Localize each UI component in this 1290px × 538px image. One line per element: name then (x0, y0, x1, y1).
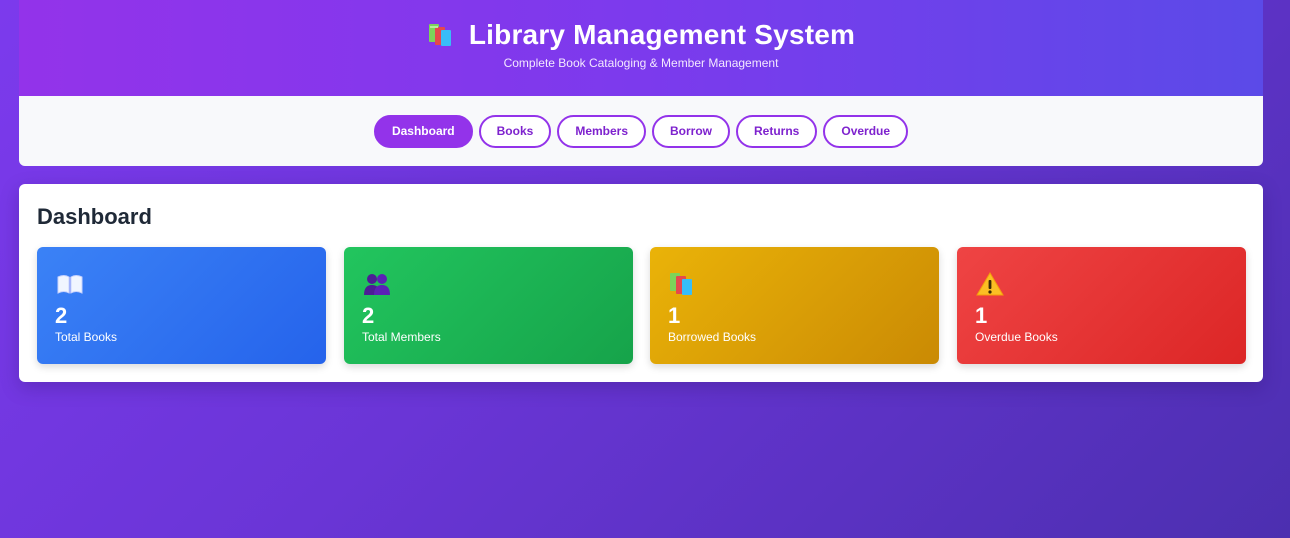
books-icon (427, 22, 457, 48)
borrowed-books-value: 1 (668, 303, 681, 328)
title-row: Library Management System (19, 18, 1263, 52)
total-members-value: 2 (362, 303, 375, 328)
nav-books-button[interactable]: Books (478, 114, 552, 148)
total-books-value: 2 (55, 303, 68, 328)
borrowed-books-card: 1 Borrowed Books (650, 247, 939, 364)
open-book-icon (55, 271, 85, 297)
total-members-label: Total Members (362, 330, 441, 344)
overdue-books-value: 1 (975, 303, 988, 328)
nav-borrow-button[interactable]: Borrow (652, 114, 731, 148)
warning-icon (975, 271, 1005, 297)
app-title: Library Management System (468, 19, 856, 50)
overdue-books-label: Overdue Books (975, 330, 1058, 344)
books-icon (668, 271, 698, 297)
total-books-card: 2 Total Books (37, 247, 326, 364)
borrowed-books-label: Borrowed Books (668, 330, 757, 344)
nav-overdue-button[interactable]: Overdue (823, 114, 909, 148)
nav-bar: Dashboard Books Members Borrow Returns O… (19, 96, 1263, 166)
nav-dashboard-button[interactable]: Dashboard (373, 114, 473, 148)
overdue-books-card: 1 Overdue Books (957, 247, 1246, 364)
nav-returns-button[interactable]: Returns (736, 114, 818, 148)
app-subtitle: Complete Book Cataloging & Member Manage… (503, 56, 779, 70)
dashboard-panel: Dashboard 2 Total Books 2 Total Members (19, 184, 1263, 382)
nav-members-button[interactable]: Members (557, 114, 647, 148)
page-title: Dashboard (37, 204, 152, 229)
app-header: Library Management System Complete Book … (19, 0, 1263, 96)
total-books-label: Total Books (55, 330, 118, 344)
total-members-card: 2 Total Members (344, 247, 633, 364)
members-icon (362, 271, 392, 297)
